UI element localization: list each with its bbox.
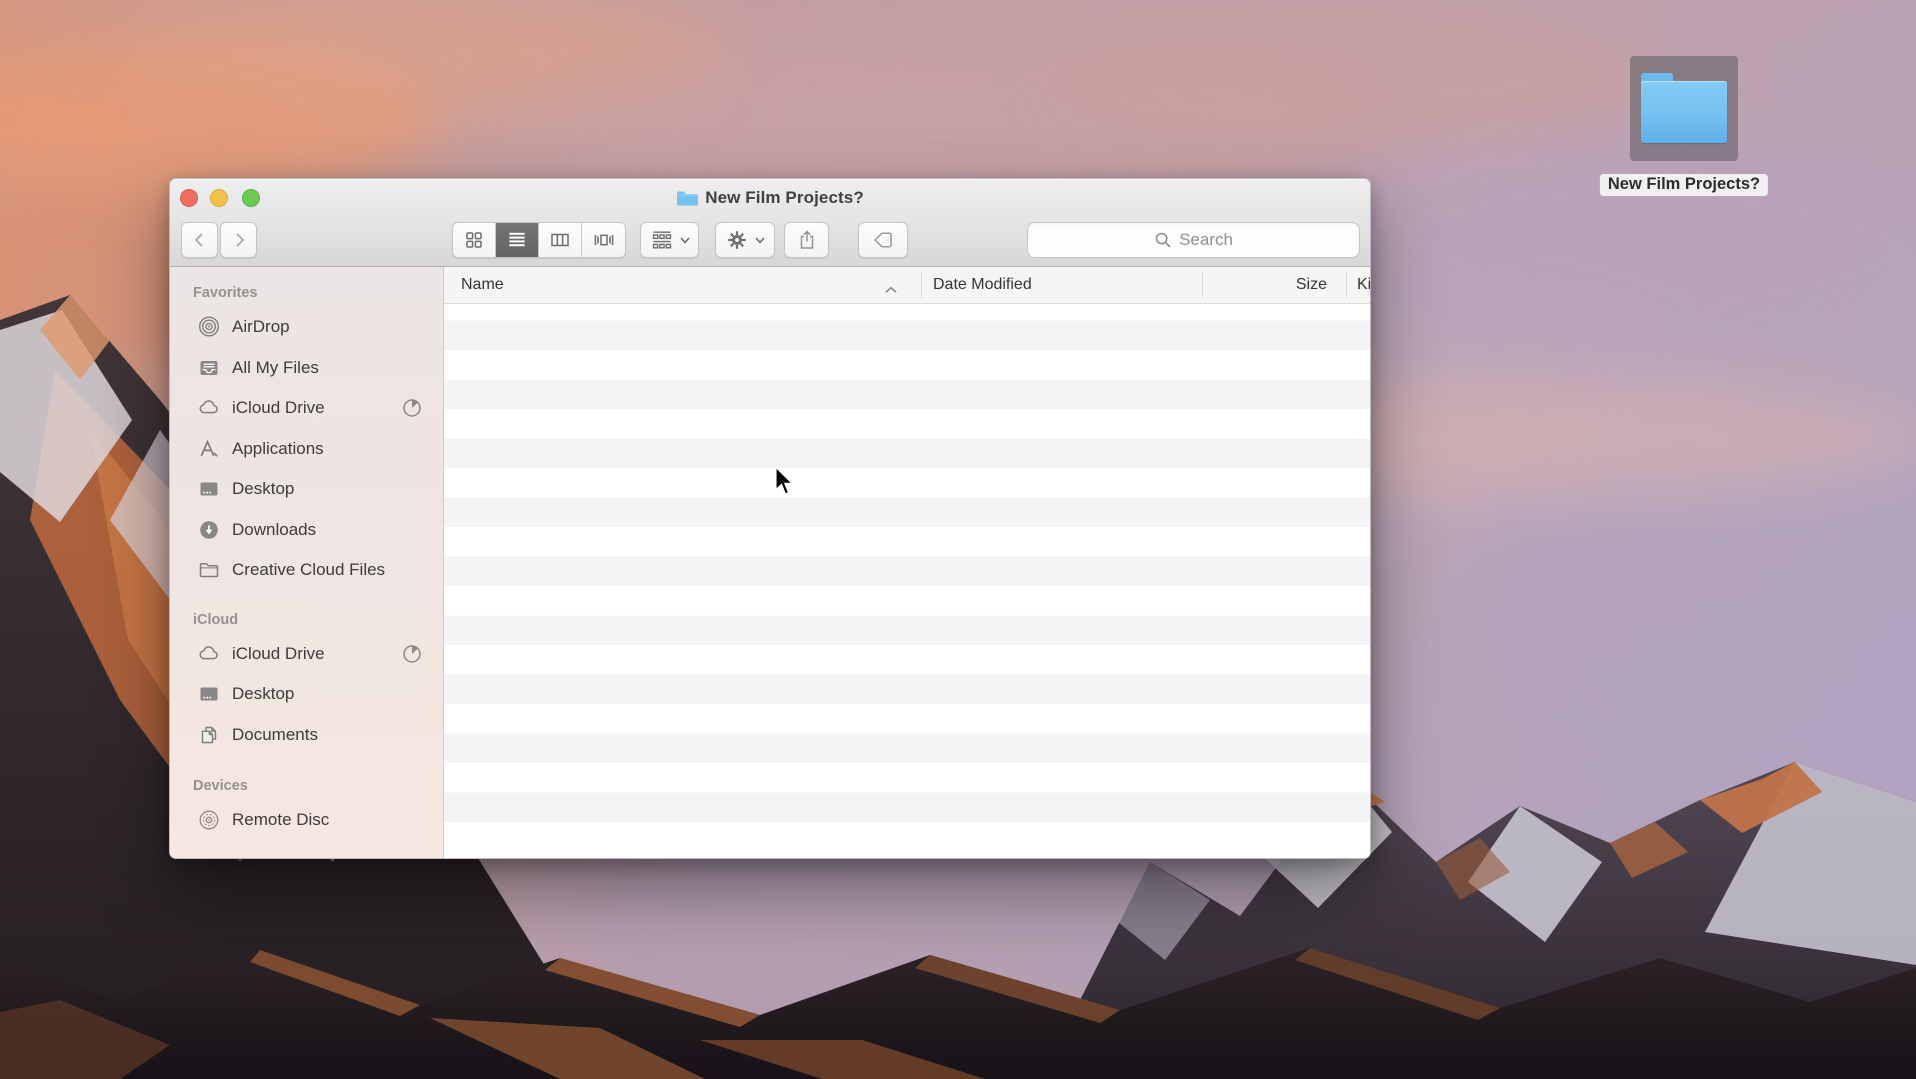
share-button[interactable] bbox=[784, 222, 829, 258]
gear-icon bbox=[726, 229, 748, 251]
coverflow-view-button[interactable] bbox=[582, 223, 625, 257]
column-header-size[interactable]: Size bbox=[1202, 267, 1346, 303]
all-my-files-icon bbox=[197, 356, 221, 380]
icon-view-button[interactable] bbox=[453, 223, 496, 257]
file-list-area: Name Date Modified Size Kind bbox=[444, 267, 1370, 858]
chevron-down-icon bbox=[680, 237, 690, 244]
sidebar-item-desktop-2[interactable]: Desktop bbox=[170, 674, 443, 715]
column-view-icon bbox=[549, 229, 571, 251]
column-divider[interactable] bbox=[921, 272, 922, 298]
list-view-button[interactable] bbox=[496, 223, 539, 257]
chevron-left-icon bbox=[190, 230, 210, 250]
folder-icon bbox=[197, 558, 221, 582]
view-mode-segmented-control bbox=[452, 222, 626, 258]
icon-view-icon bbox=[463, 229, 485, 251]
documents-icon bbox=[197, 723, 221, 747]
column-view-button[interactable] bbox=[539, 223, 582, 257]
sidebar-item-icloud-drive-2[interactable]: iCloud Drive bbox=[170, 634, 443, 675]
finder-sidebar: Favorites AirDrop All bbox=[170, 267, 444, 858]
sidebar-item-icloud-drive[interactable]: iCloud Drive bbox=[170, 388, 443, 429]
sync-progress-icon bbox=[401, 397, 423, 419]
sidebar-section-devices: Devices bbox=[170, 772, 443, 800]
sidebar-section-icloud: iCloud bbox=[170, 606, 443, 634]
share-icon bbox=[797, 229, 817, 251]
window-title-row: New Film Projects? bbox=[170, 187, 1370, 209]
empty-file-list[interactable] bbox=[444, 304, 1370, 858]
column-header-name[interactable]: Name bbox=[461, 267, 504, 303]
desktop-icon-label: New Film Projects? bbox=[1600, 174, 1768, 196]
finder-window: New Film Projects? bbox=[169, 178, 1371, 859]
titlebar-toolbar: New Film Projects? bbox=[170, 179, 1370, 267]
sidebar-item-applications[interactable]: Applications bbox=[170, 429, 443, 470]
icloud-icon bbox=[197, 396, 221, 420]
column-divider[interactable] bbox=[1346, 272, 1347, 298]
sidebar-item-all-my-files[interactable]: All My Files bbox=[170, 348, 443, 389]
airdrop-icon bbox=[197, 315, 221, 339]
arrange-icon bbox=[650, 229, 674, 251]
forward-button[interactable] bbox=[220, 222, 257, 258]
tag-icon bbox=[871, 229, 895, 251]
icon-selection-highlight bbox=[1630, 56, 1738, 161]
mouse-cursor bbox=[774, 466, 794, 501]
back-button[interactable] bbox=[181, 222, 218, 258]
desktop-icon bbox=[197, 682, 221, 706]
mini-folder-icon bbox=[676, 190, 698, 207]
arrange-button[interactable] bbox=[640, 222, 699, 258]
desktop-folder-icon[interactable]: New Film Projects? bbox=[1630, 56, 1738, 161]
search-placeholder: Search bbox=[1179, 230, 1233, 250]
sidebar-item-documents[interactable]: Documents bbox=[170, 715, 443, 756]
chevron-down-icon bbox=[755, 237, 765, 244]
column-header-date-modified[interactable]: Date Modified bbox=[933, 267, 1032, 303]
tag-button[interactable] bbox=[858, 222, 908, 258]
folder-icon bbox=[1641, 73, 1727, 143]
sidebar-item-airdrop[interactable]: AirDrop bbox=[170, 307, 443, 348]
list-view-icon bbox=[506, 229, 528, 251]
sync-progress-icon bbox=[401, 643, 423, 665]
coverflow-view-icon bbox=[593, 229, 615, 251]
sidebar-item-downloads[interactable]: Downloads bbox=[170, 510, 443, 551]
sort-ascending-icon bbox=[884, 281, 898, 299]
remote-disc-icon bbox=[197, 808, 221, 832]
column-header-kind[interactable]: Kind bbox=[1357, 267, 1370, 303]
action-button[interactable] bbox=[715, 222, 775, 258]
chevron-right-icon bbox=[229, 230, 249, 250]
search-input[interactable]: Search bbox=[1027, 222, 1360, 258]
desktop-icon bbox=[197, 477, 221, 501]
list-column-header: Name Date Modified Size Kind bbox=[444, 267, 1370, 304]
downloads-icon bbox=[197, 518, 221, 542]
search-icon bbox=[1154, 231, 1172, 249]
sidebar-item-remote-disc[interactable]: Remote Disc bbox=[170, 800, 443, 841]
applications-icon bbox=[197, 437, 221, 461]
window-title: New Film Projects? bbox=[705, 188, 864, 208]
sidebar-item-desktop[interactable]: Desktop bbox=[170, 469, 443, 510]
sidebar-item-creative-cloud-files[interactable]: Creative Cloud Files bbox=[170, 550, 443, 591]
sidebar-section-favorites: Favorites bbox=[170, 279, 443, 307]
icloud-icon bbox=[197, 642, 221, 666]
